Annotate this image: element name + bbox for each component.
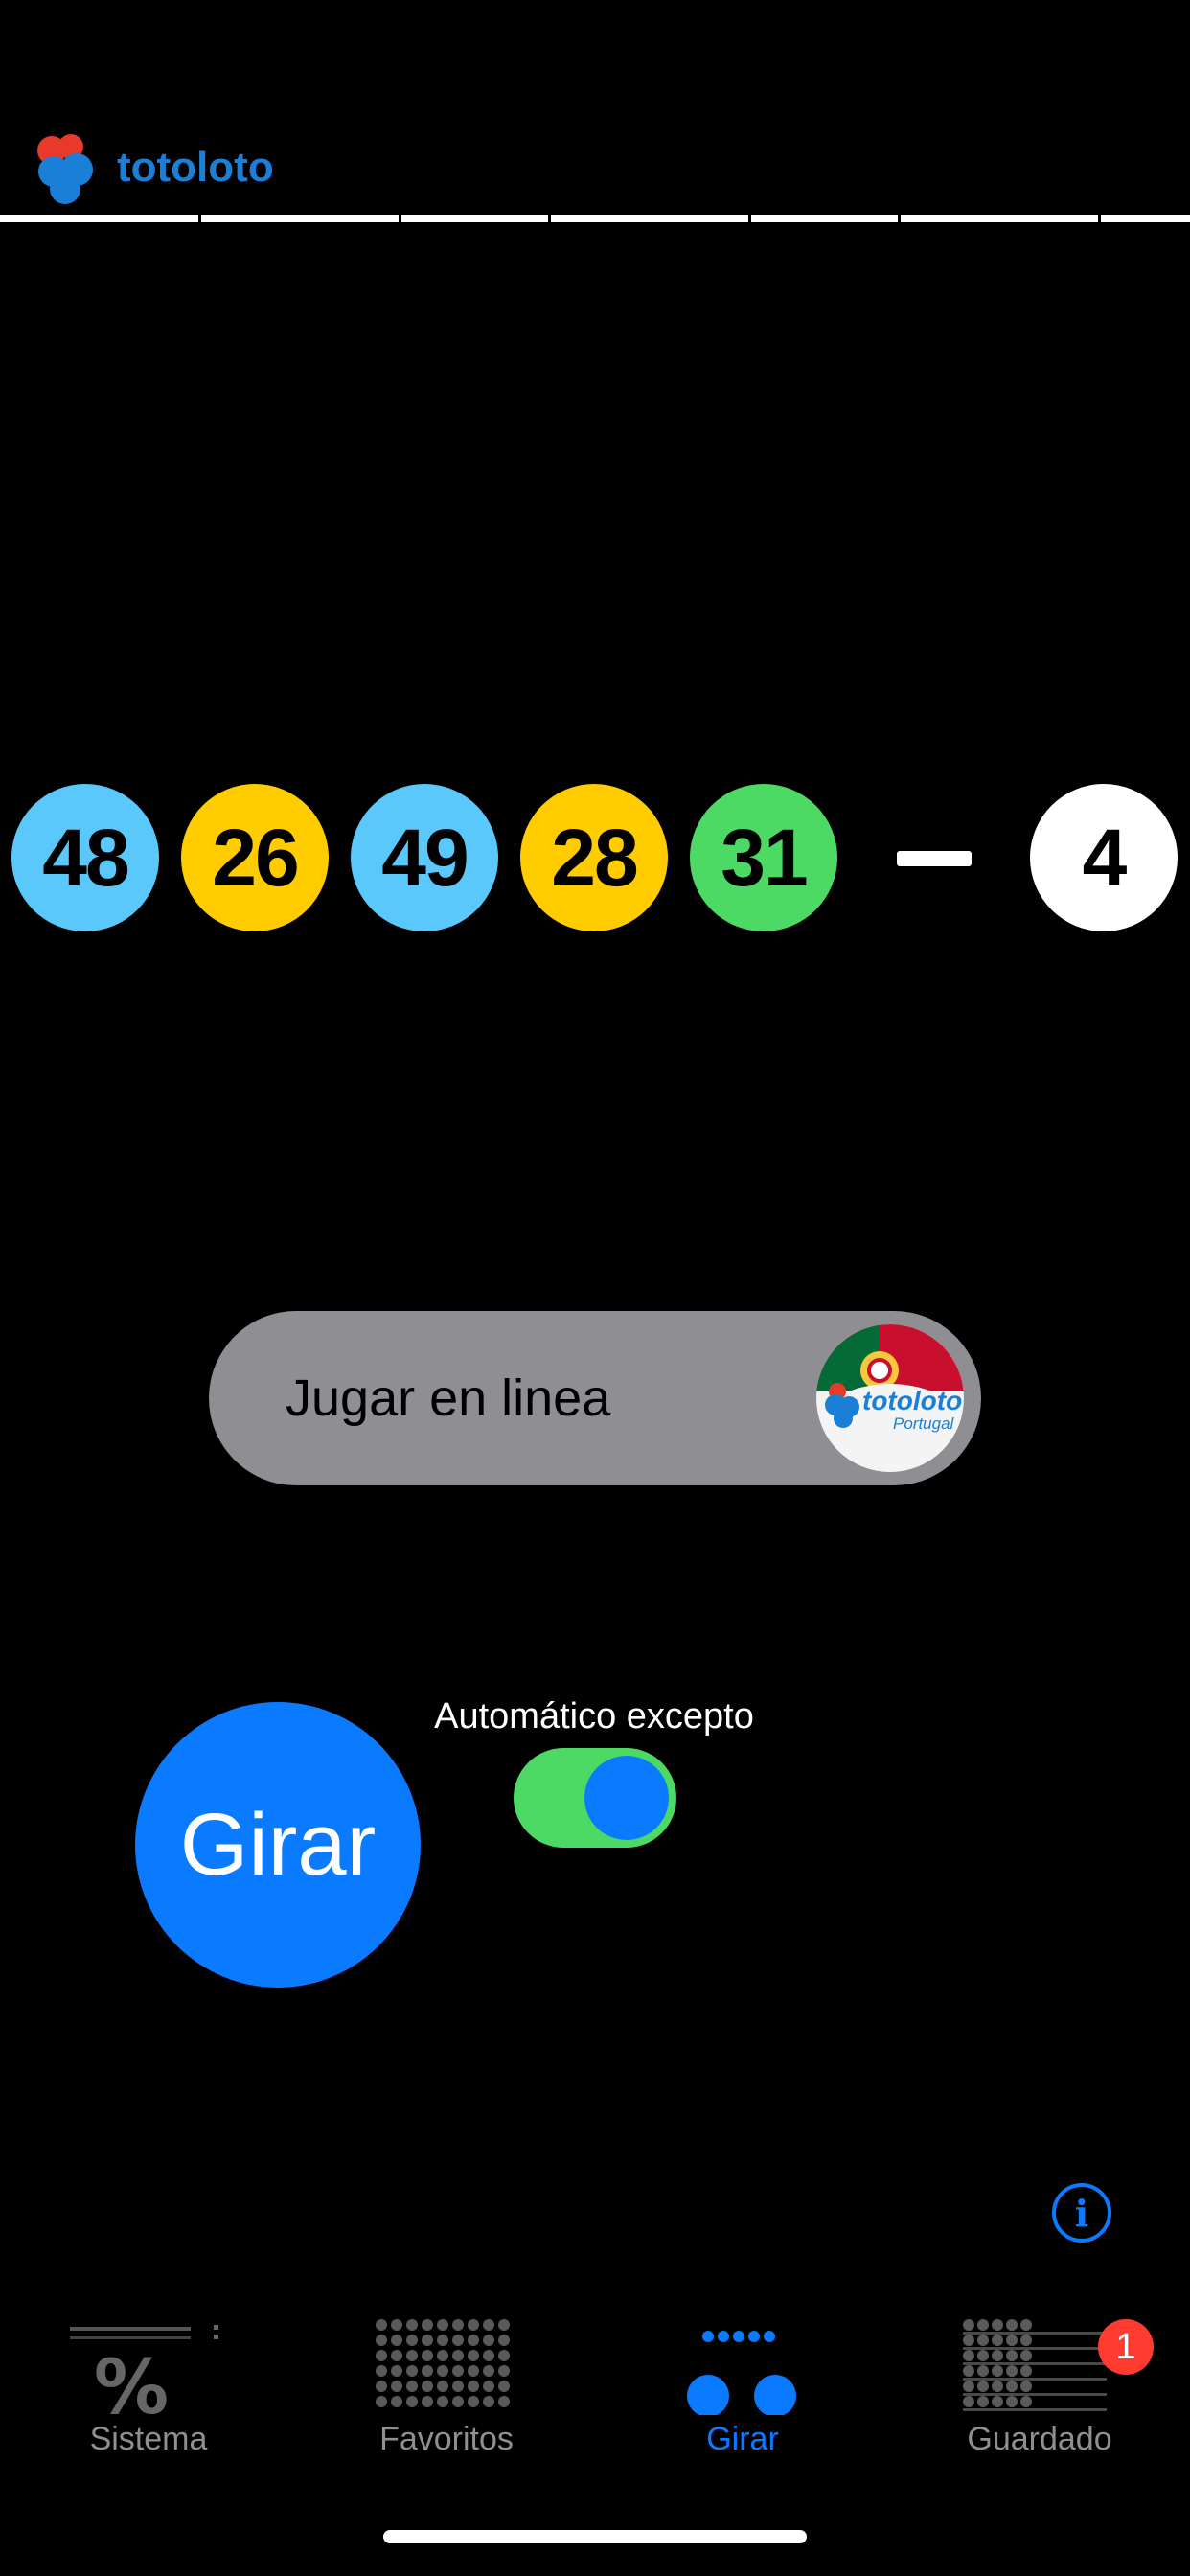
notification-badge: 1 [1098,2319,1154,2375]
badge-logo-text: totoloto [862,1386,963,1415]
info-icon[interactable]: i [1052,2183,1111,2242]
percent-icon: % [70,2325,218,2421]
clover-logo-icon [37,134,93,204]
auto-except-toggle[interactable] [514,1748,676,1848]
saved-grid-icon [963,2319,1107,2411]
divider-tick [399,215,401,222]
tab-sistema[interactable]: % Sistema [24,2308,273,2471]
badge-sub-text: Portugal [893,1414,954,1433]
spin-button[interactable]: Girar [135,1702,421,1988]
app-logo: totoloto [33,125,274,211]
totoloto-portugal-badge: totoloto Portugal [816,1324,964,1472]
separator-dash [897,851,972,866]
number-ball: 48 [11,784,159,932]
tab-label: Favoritos [379,2421,514,2457]
lucky-number-ball: 4 [1030,784,1178,932]
number-ball: 26 [181,784,329,932]
number-ball: 49 [351,784,498,932]
tab-girar[interactable]: Girar [618,2308,867,2471]
number-ball: 31 [690,784,837,932]
divider-tick [1098,215,1101,222]
home-indicator[interactable] [383,2530,807,2543]
auto-except-label: Automático excepto [434,1696,754,1736]
grid-icon [376,2319,510,2407]
divider-tick [198,215,201,222]
svg-text:%: % [94,2345,169,2421]
tab-label: Girar [706,2421,779,2457]
header-divider [0,215,1190,222]
play-online-button[interactable]: Jugar en linea totoloto Portugal [209,1311,981,1485]
tab-label: Sistema [89,2421,208,2457]
play-online-label: Jugar en linea [286,1369,611,1427]
spin-dots-icon [687,2331,796,2415]
logo-text: totoloto [117,144,274,191]
toggle-knob [584,1756,669,1840]
divider-tick [898,215,901,222]
divider-tick [548,215,551,222]
spin-label: Girar [179,1795,377,1894]
tab-favoritos[interactable]: Favoritos [322,2308,571,2471]
divider-tick [748,215,751,222]
tab-label: Guardado [967,2421,1112,2457]
number-ball: 28 [520,784,668,932]
